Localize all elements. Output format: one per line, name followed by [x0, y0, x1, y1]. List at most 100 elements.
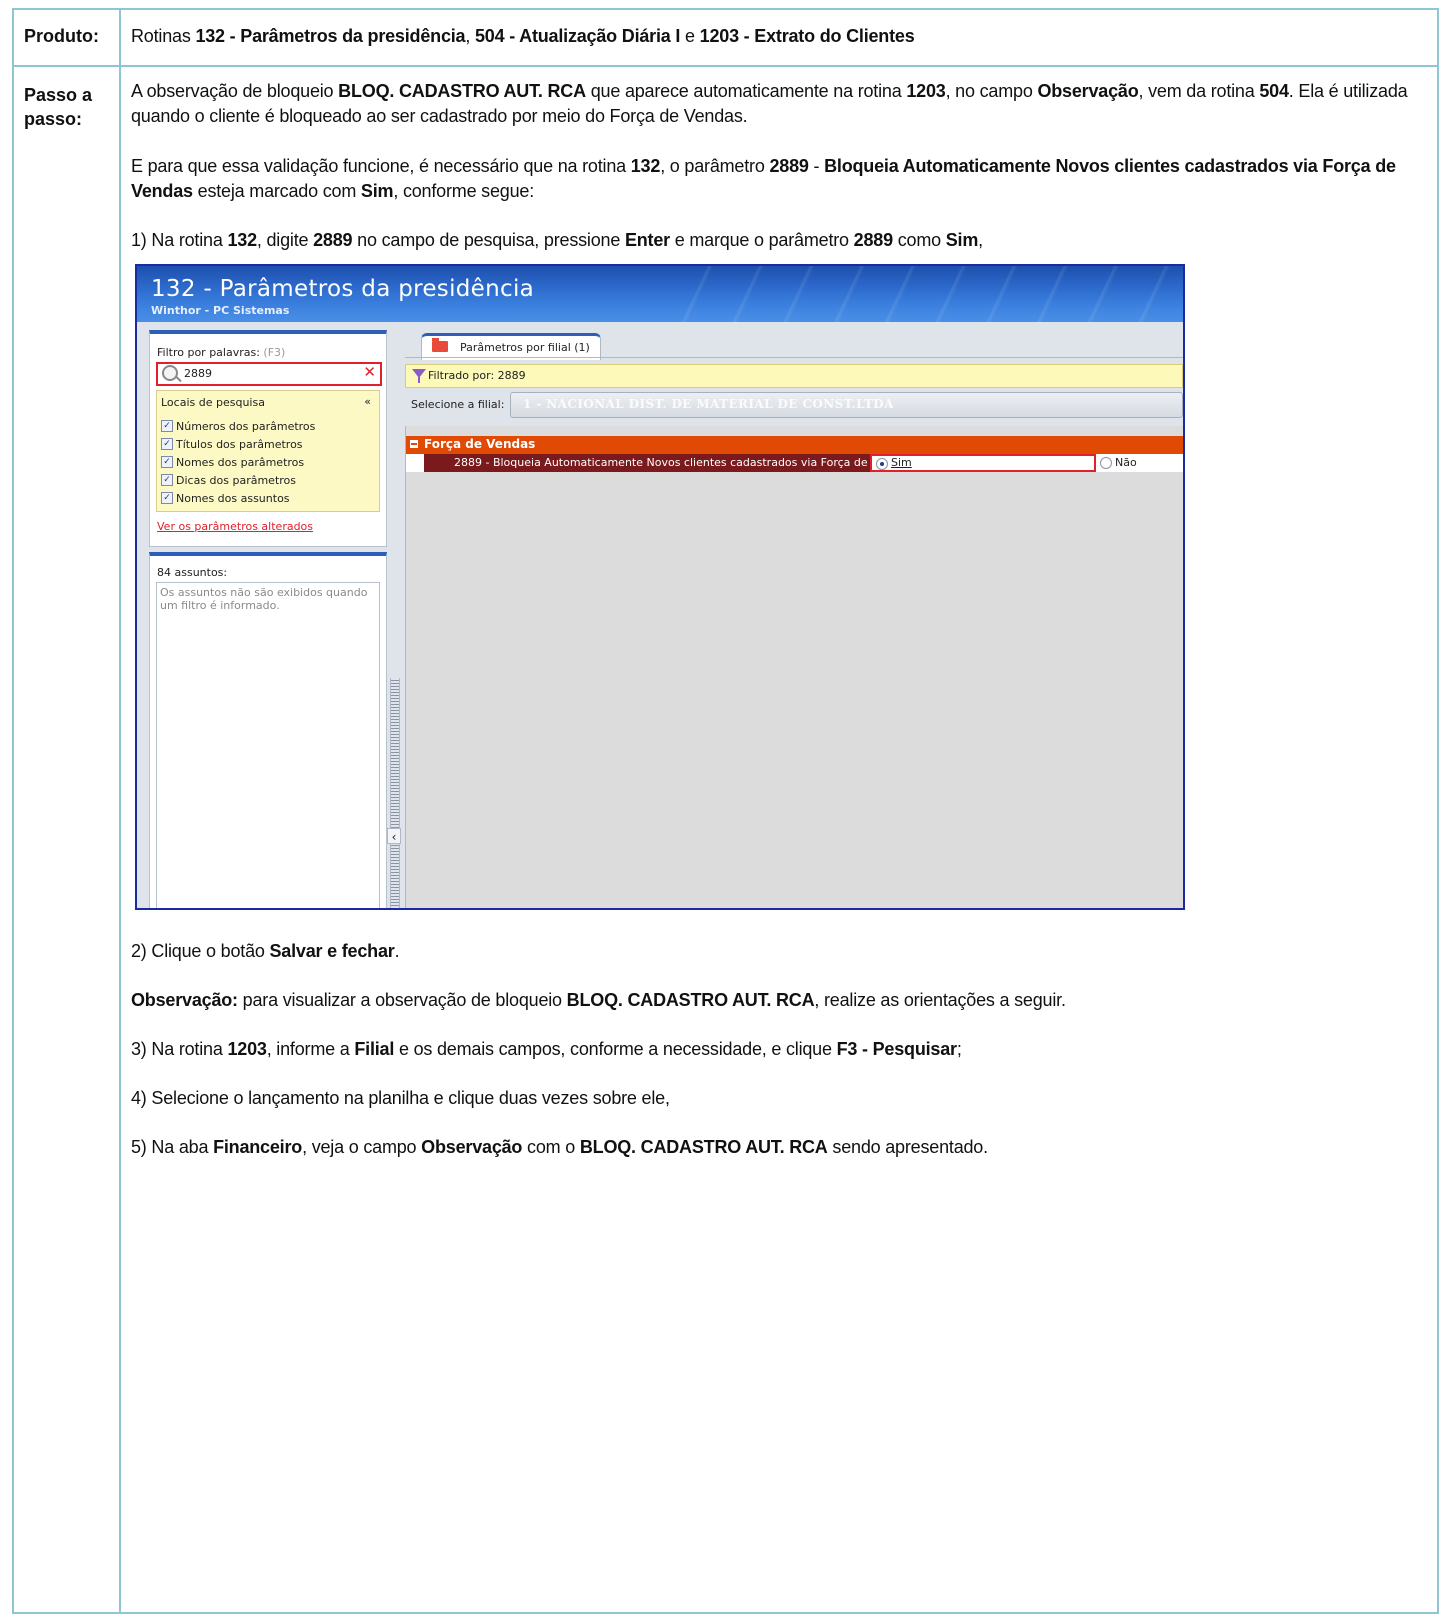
passo-label: Passo a passo: — [24, 85, 93, 129]
paragraph-1: A observação de bloqueio BLOQ. CADASTRO … — [131, 79, 1417, 129]
produto-label-cell: Produto: — [14, 10, 121, 65]
checkbox-checked-icon[interactable]: ✓ — [161, 438, 173, 450]
location-item[interactable]: ✓ Títulos dos parâmetros — [161, 435, 315, 453]
checkbox-checked-icon[interactable]: ✓ — [161, 492, 173, 504]
produto-row: Produto: Rotinas 132 - Parâmetros da pre… — [14, 10, 1437, 67]
paragraph-5: Observação: para visualizar a observação… — [131, 988, 1417, 1013]
produto-prefix: Rotinas — [131, 26, 196, 46]
parameters-area: Parâmetros por filial (1) Filtrado por: … — [405, 330, 1183, 908]
text: 4) Selecione o lançamento na planilha e … — [131, 1088, 670, 1108]
produto-sep: , — [465, 26, 475, 46]
text-bold: Observação — [1037, 81, 1139, 101]
location-item[interactable]: ✓ Nomes dos parâmetros — [161, 453, 315, 471]
text: . — [394, 941, 400, 961]
filial-value: 1 - NACIONAL DIST. DE MATERIAL DE CONST.… — [523, 397, 894, 411]
text: , informe a — [266, 1039, 355, 1059]
text: 3) Na rotina — [131, 1039, 228, 1059]
produto-label: Produto: — [24, 26, 99, 46]
text: esteja marcado com — [192, 181, 361, 201]
produto-rotina-1203: 1203 - Extrato do Clientes — [699, 26, 915, 46]
filter-label-text: Filtro por palavras: — [157, 346, 260, 359]
window-title-bar: 132 - Parâmetros da presidência Winthor … — [137, 266, 1183, 322]
parameter-label: 2889 - Bloqueia Automaticamente Novos cl… — [424, 454, 870, 472]
window-body: Filtro por palavras: (F3) 2889 ✕ Locais … — [137, 322, 1183, 908]
produto-content-cell: Rotinas 132 - Parâmetros da presidência,… — [121, 10, 1437, 65]
text: , — [978, 230, 983, 250]
text-bold: 2889 — [853, 230, 893, 250]
group-title: Força de Vendas — [424, 437, 536, 451]
screenshot-132-parametros: 132 - Parâmetros da presidência Winthor … — [135, 264, 1185, 910]
chevron-left-icon[interactable]: ‹ — [387, 828, 401, 844]
text: 1) Na rotina — [131, 230, 228, 250]
text: para visualizar a observação de bloqueio — [237, 990, 567, 1010]
tab-divider — [405, 357, 1183, 358]
location-label: Nomes dos assuntos — [176, 491, 290, 505]
option-nao-radio[interactable]: Não — [1100, 454, 1183, 472]
text-bold: 2889 — [313, 230, 353, 250]
search-locations-panel: Locais de pesquisa « ✓ Números dos parâme… — [156, 390, 380, 512]
paragraph-3: 1) Na rotina 132, digite 2889 no campo d… — [131, 228, 1417, 253]
text-bold: F3 - Pesquisar — [836, 1039, 957, 1059]
search-input[interactable]: 2889 ✕ — [156, 362, 382, 386]
produto-text: Rotinas 132 - Parâmetros da presidência,… — [131, 24, 1417, 49]
option-sim-label: Sim — [891, 456, 912, 469]
text-bold: Financeiro — [213, 1137, 303, 1157]
text: no campo de pesquisa, pressione — [352, 230, 625, 250]
checkbox-checked-icon[interactable]: ✓ — [161, 474, 173, 486]
parameters-grid: Força de Vendas 2889 - Bloqueia Automati… — [405, 426, 1183, 908]
option-sim-radio[interactable]: Sim — [870, 454, 1096, 472]
text-bold: 504 — [1259, 81, 1289, 101]
checkbox-checked-icon[interactable]: ✓ — [161, 420, 173, 432]
filter-status-text: Filtrado por: 2889 — [428, 369, 526, 382]
tab-label: Parâmetros por filial (1) — [460, 341, 590, 354]
clear-icon[interactable]: ✕ — [363, 363, 376, 381]
funnel-icon — [412, 369, 426, 383]
filial-label: Selecione a filial: — [411, 398, 505, 411]
subjects-list[interactable]: Os assuntos não são exibidos quando um f… — [156, 582, 380, 908]
tab-parametros-por-filial[interactable]: Parâmetros por filial (1) — [421, 333, 601, 360]
filter-label: Filtro por palavras: (F3) — [157, 346, 285, 359]
paragraph-6: 3) Na rotina 1203, informe a Filial e os… — [131, 1037, 1417, 1062]
text-bold: 132 — [227, 230, 257, 250]
location-item[interactable]: ✓ Dicas dos parâmetros — [161, 471, 315, 489]
produto-sep: e — [680, 26, 700, 46]
text-bold: 132 — [630, 156, 661, 176]
produto-rotina-132: 132 - Parâmetros da presidência — [195, 26, 466, 46]
location-item[interactable]: ✓ Números dos parâmetros — [161, 417, 315, 435]
text-bold: Salvar e fechar — [269, 941, 395, 961]
search-locations-header[interactable]: Locais de pesquisa — [161, 396, 265, 409]
text: com o — [522, 1137, 580, 1157]
window-subtitle: Winthor - PC Sistemas — [151, 304, 290, 317]
subjects-count: 84 assuntos: — [157, 566, 228, 579]
search-locations-list: ✓ Números dos parâmetros ✓ Títulos dos par… — [161, 417, 315, 507]
panel-splitter[interactable] — [390, 678, 400, 908]
text-bold: BLOQ. CADASTRO AUT. RCA — [338, 81, 586, 101]
text: , no campo — [945, 81, 1038, 101]
passo-label-cell: Passo a passo: — [14, 65, 121, 1612]
collapse-icon[interactable]: « — [364, 395, 371, 408]
checkbox-checked-icon[interactable]: ✓ — [161, 456, 173, 468]
filter-hint: (F3) — [259, 346, 286, 359]
text: ; — [956, 1039, 962, 1059]
radio-selected-icon[interactable] — [876, 458, 888, 470]
text: 2) Clique o botão — [131, 941, 270, 961]
search-value: 2889 — [184, 367, 212, 380]
parameter-row: 2889 - Bloqueia Automaticamente Novos cl… — [406, 454, 1183, 472]
text: e marque o parâmetro — [669, 230, 854, 250]
text-bold: BLOQ. CADASTRO AUT. RCA — [579, 1137, 828, 1157]
text: que aparece automaticamente na rotina — [585, 81, 907, 101]
changed-params-link[interactable]: Ver os parâmetros alterados — [157, 520, 313, 533]
text-bold: 2889 — [769, 156, 809, 176]
subjects-panel: 84 assuntos: Os assuntos não são exibido… — [149, 552, 387, 908]
collapse-minus-icon[interactable] — [410, 440, 418, 448]
filial-select[interactable]: 1 - NACIONAL DIST. DE MATERIAL DE CONST.… — [510, 392, 1183, 418]
location-item[interactable]: ✓ Nomes dos assuntos — [161, 489, 315, 507]
group-header[interactable]: Força de Vendas — [406, 436, 1183, 454]
produto-rotina-504: 504 - Atualização Diária I — [474, 26, 681, 46]
subjects-message: Os assuntos não são exibidos quando um f… — [160, 586, 368, 612]
text: E para que essa validação funcione, é ne… — [131, 156, 631, 176]
radio-unselected-icon[interactable] — [1100, 457, 1112, 469]
search-icon — [162, 365, 178, 381]
text: , realize as orientações a seguir. — [814, 990, 1066, 1010]
text-bold: 1203 — [227, 1039, 267, 1059]
